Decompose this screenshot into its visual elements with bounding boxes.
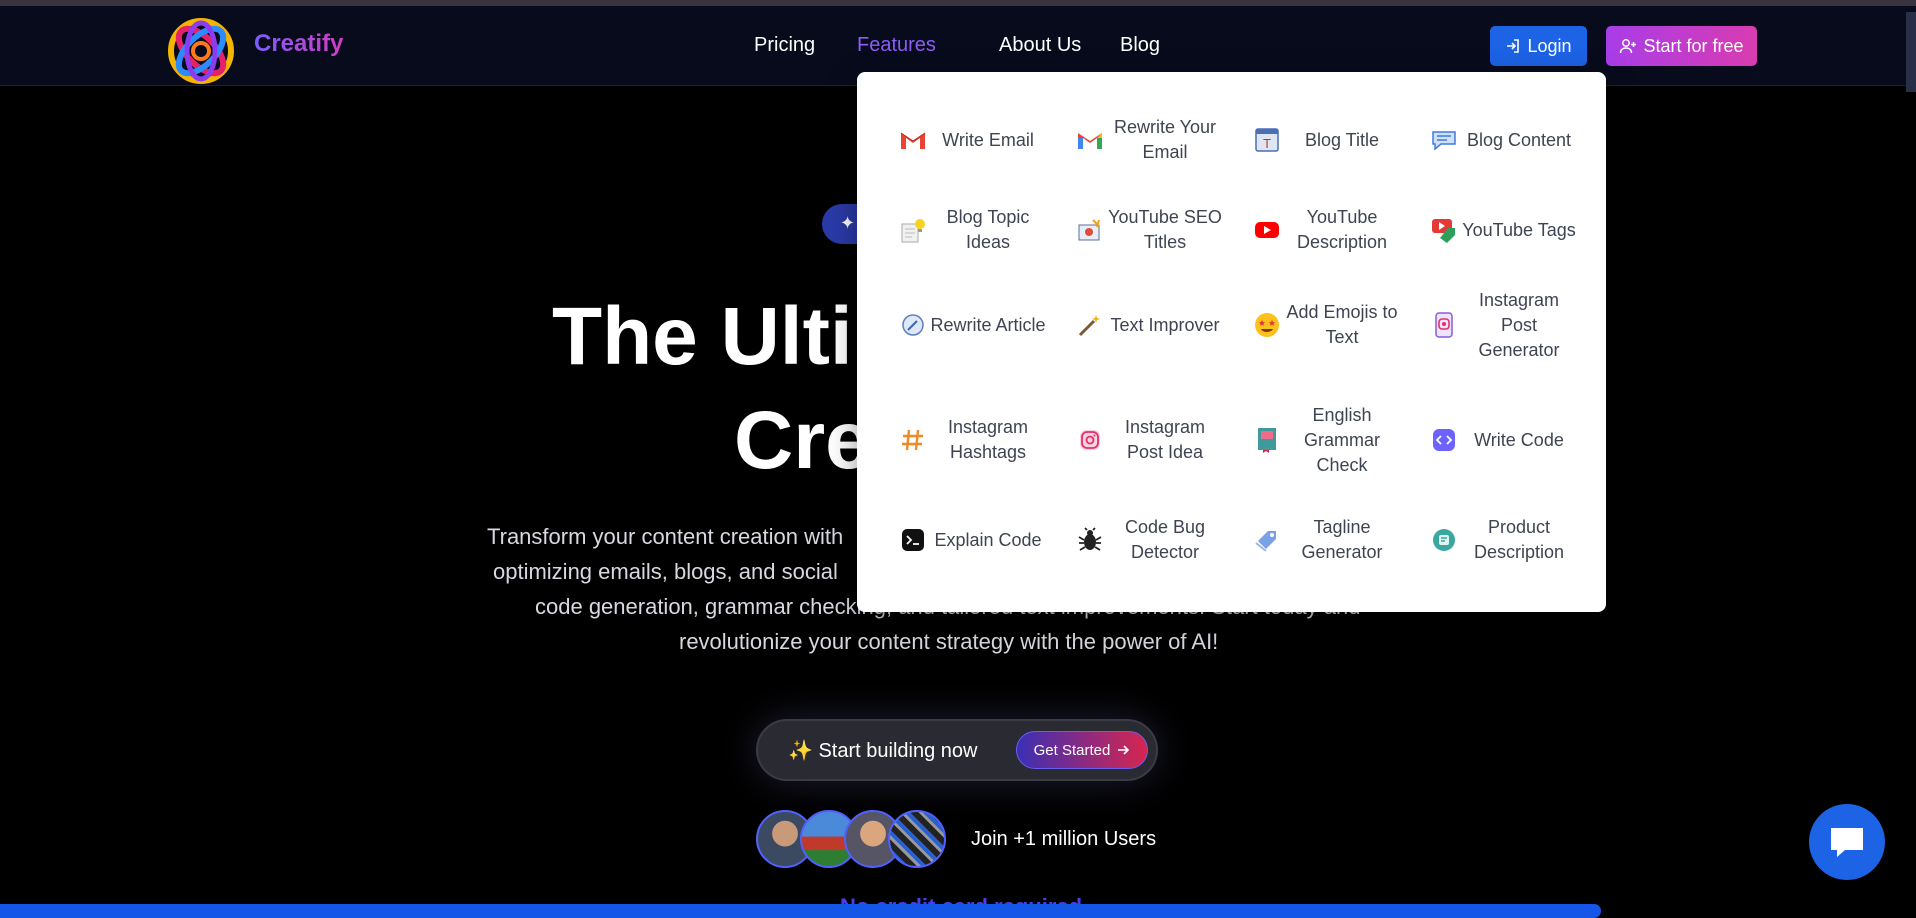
menu-item-blog-content[interactable]: Blog Content	[1429, 112, 1579, 168]
login-icon	[1507, 39, 1520, 53]
menu-item-instagram-post-idea[interactable]: Instagram Post Idea	[1075, 400, 1225, 480]
login-label: Login	[1527, 35, 1572, 56]
menu-item-write-code[interactable]: Write Code	[1429, 400, 1579, 480]
chat-button[interactable]	[1809, 804, 1885, 880]
menu-item-label: Product Description	[1473, 517, 1565, 562]
code-icon	[1429, 425, 1459, 455]
menu-item-youtube-tags[interactable]: YouTube Tags	[1429, 202, 1579, 258]
chat-bubble-icon	[1831, 828, 1863, 857]
gmail-icon	[1075, 125, 1105, 155]
cta-text: ✨ Start building now	[788, 740, 978, 762]
rewrite-icon	[898, 310, 928, 340]
avatar	[888, 810, 946, 868]
menu-item-code-bug-detector[interactable]: Code Bug Detector	[1075, 512, 1225, 568]
instagram-icon	[1075, 425, 1105, 455]
menu-item-instagram-post-generator[interactable]: Instagram Post Generator	[1429, 285, 1579, 365]
arrow-right-icon	[1118, 745, 1130, 755]
menu-item-text-improver[interactable]: Text Improver	[1075, 285, 1225, 365]
menu-item-label: Instagram Post Generator	[1478, 289, 1560, 360]
hero-description-line-4: revolutionize your content strategy with…	[679, 629, 1219, 654]
menu-item-label: Explain Code	[934, 529, 1042, 550]
bottom-progress-bar	[0, 904, 1601, 918]
menu-item-label: Instagram Hashtags	[947, 417, 1029, 462]
add-user-icon	[1620, 39, 1637, 54]
lightbulb-note-icon	[898, 215, 928, 245]
hashtag-icon	[898, 425, 928, 455]
menu-item-tagline-generator[interactable]: Tagline Generator	[1252, 512, 1402, 568]
bug-icon	[1075, 525, 1105, 555]
blog-title-icon: T	[1252, 125, 1282, 155]
terminal-icon	[898, 525, 928, 555]
hero-description-line-1: Transform your content creation with	[487, 524, 844, 549]
menu-item-add-emojis-to-text[interactable]: Add Emojis to Text	[1252, 285, 1402, 365]
menu-item-blog-title[interactable]: T Blog Title	[1252, 112, 1402, 168]
menu-item-label: Tagline Generator	[1301, 517, 1383, 562]
join-users-text: Join +1 million Users	[971, 828, 1157, 850]
start-for-free-button[interactable]: Start for free	[1606, 26, 1757, 66]
youtube-icon	[1252, 215, 1282, 245]
login-button[interactable]: Login	[1490, 26, 1587, 66]
get-started-button[interactable]: Get Started	[1016, 731, 1148, 769]
features-dropdown: Write Email Rewrite Your Email T Blog Ti…	[857, 72, 1606, 612]
grammar-book-icon	[1252, 425, 1282, 455]
youtube-tag-icon	[1429, 215, 1459, 245]
menu-item-blog-topic-ideas[interactable]: Blog Topic Ideas	[898, 202, 1048, 258]
product-icon	[1429, 525, 1459, 555]
nav-blog[interactable]: Blog	[1120, 34, 1160, 57]
gmail-icon	[898, 125, 928, 155]
menu-item-product-description[interactable]: Product Description	[1429, 512, 1579, 568]
sparkle-icon: ✦	[840, 213, 856, 233]
hero-description-line-2: optimizing emails, blogs, and social	[493, 559, 838, 584]
menu-item-label: Add Emojis to Text	[1286, 302, 1398, 347]
start-for-free-label: Start for free	[1643, 35, 1744, 56]
brand-name[interactable]: Creatify	[254, 30, 343, 58]
tag-icon	[1252, 525, 1282, 555]
menu-item-label: Write Code	[1474, 429, 1564, 450]
blog-content-icon	[1429, 125, 1459, 155]
menu-item-explain-code[interactable]: Explain Code	[898, 512, 1048, 568]
menu-item-write-email[interactable]: Write Email	[898, 112, 1048, 168]
creatify-logo[interactable]	[166, 16, 236, 86]
scrollbar[interactable]	[1906, 12, 1916, 92]
seo-icon	[1075, 215, 1105, 245]
menu-item-label: Write Email	[942, 129, 1034, 150]
menu-item-label: English Grammar Check	[1304, 404, 1380, 475]
menu-item-label: YouTube SEO Titles	[1108, 207, 1222, 252]
menu-item-rewrite-your-email[interactable]: Rewrite Your Email	[1075, 112, 1225, 168]
magic-wand-icon	[1075, 310, 1105, 340]
star-eyes-emoji-icon	[1252, 310, 1282, 340]
user-avatars	[756, 810, 956, 870]
nav-features[interactable]: Features	[857, 34, 936, 57]
nav-pricing[interactable]: Pricing	[754, 34, 815, 57]
menu-item-rewrite-article[interactable]: Rewrite Article	[898, 285, 1048, 365]
nav-about-us[interactable]: About Us	[999, 34, 1081, 57]
menu-item-label: Text Improver	[1110, 314, 1220, 335]
menu-item-label: Blog Content	[1466, 129, 1572, 150]
menu-item-label: Rewrite Article	[930, 314, 1046, 335]
menu-item-label: Instagram Post Idea	[1124, 417, 1206, 462]
menu-item-youtube-seo-titles[interactable]: YouTube SEO Titles	[1075, 202, 1225, 258]
menu-item-english-grammar-check[interactable]: English Grammar Check	[1252, 400, 1402, 480]
menu-item-label: Code Bug Detector	[1124, 517, 1206, 562]
menu-item-label: YouTube Description	[1296, 207, 1388, 252]
menu-item-instagram-hashtags[interactable]: Instagram Hashtags	[898, 400, 1048, 480]
svg-text:T: T	[1262, 137, 1271, 151]
menu-item-label: Rewrite Your Email	[1113, 117, 1217, 162]
cta-pill: ✨ Start building now Get Started	[756, 719, 1158, 781]
menu-item-label: YouTube Tags	[1462, 219, 1576, 240]
instagram-phone-icon	[1429, 310, 1459, 340]
get-started-label: Get Started	[1033, 741, 1111, 759]
menu-item-label: Blog Topic Ideas	[946, 207, 1030, 252]
menu-item-label: Blog Title	[1304, 129, 1380, 150]
menu-item-youtube-description[interactable]: YouTube Description	[1252, 202, 1402, 258]
